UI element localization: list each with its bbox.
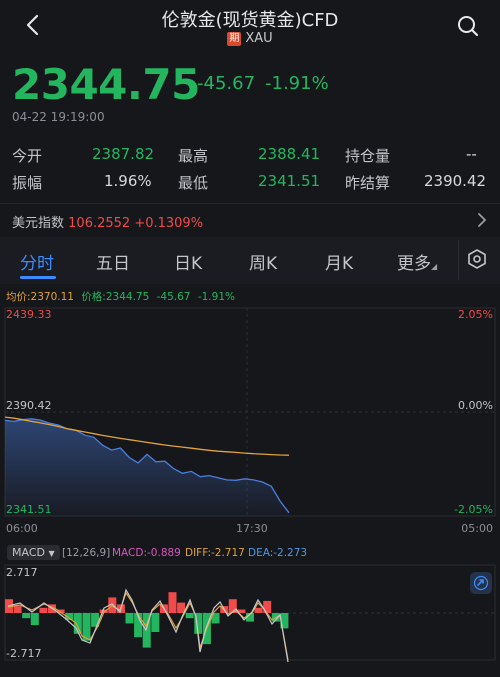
active-tab-indicator	[20, 276, 56, 279]
macd-tag-label: MACD	[12, 546, 45, 559]
dropdown-triangle-icon: ◢	[431, 262, 438, 271]
info-change: -45.67	[156, 291, 191, 303]
usd-index-change: +0.1309%	[134, 216, 204, 231]
macd-value: MACD:-0.889	[112, 547, 181, 559]
divider	[0, 203, 500, 204]
instrument-title: 伦敦金(现货黄金)CFD	[161, 10, 339, 31]
macd-bar	[13, 606, 22, 613]
macd-axis-bottom: -2.717	[6, 647, 42, 660]
pct-axis-bottom: -2.05%	[454, 503, 493, 516]
instrument-code: XAU	[245, 31, 273, 46]
prev-settle-label: 昨结算	[345, 174, 391, 192]
price-area	[5, 418, 289, 516]
open-value: 2387.82	[92, 145, 155, 163]
macd-indicator-selector[interactable]: MACD ▼	[7, 545, 60, 560]
x-axis-mid: 17:30	[236, 522, 268, 535]
dea-value: DEA:-2.273	[248, 547, 308, 559]
tab-daily-k[interactable]: 日K	[174, 249, 202, 274]
search-icon[interactable]	[455, 13, 481, 39]
high-label: 最高	[178, 147, 209, 165]
macd-bar	[185, 613, 194, 619]
x-axis-end: 05:00	[461, 522, 493, 535]
x-axis-start: 06:00	[6, 522, 38, 535]
low-value: 2341.51	[258, 172, 321, 190]
info-price: 价格:2344.75	[81, 291, 150, 303]
macd-bar	[30, 613, 39, 626]
avg-price: 均价:2370.11	[6, 291, 74, 303]
macd-bar	[254, 607, 263, 613]
macd-bar	[263, 600, 272, 613]
y-axis-top: 2439.33	[6, 308, 52, 321]
open-label: 今开	[12, 147, 43, 165]
macd-params: [12,26,9]	[62, 547, 111, 559]
price-chart[interactable]	[0, 305, 500, 677]
low-label: 最低	[178, 174, 209, 192]
macd-bar	[39, 607, 48, 613]
usd-index-label: 美元指数	[12, 216, 65, 231]
price-change: -45.67	[197, 73, 256, 94]
macd-bar	[151, 613, 160, 632]
tab-weekly-k[interactable]: 周K	[249, 249, 277, 274]
info-change-pct: -1.91%	[197, 291, 235, 303]
high-value: 2388.41	[258, 145, 321, 163]
macd-bar	[177, 602, 186, 613]
tab-more[interactable]: 更多◢	[397, 249, 437, 274]
open-interest-label: 持仓量	[345, 147, 391, 165]
prev-settle-value: 2390.42	[424, 172, 487, 190]
open-interest-value: --	[466, 145, 477, 163]
price-change-pct: -1.91%	[265, 73, 329, 94]
last-price: 2344.75	[12, 60, 200, 109]
tab-monthly-k[interactable]: 月K	[325, 249, 353, 274]
usd-index-row[interactable]: 美元指数 106.2552 +0.1309%	[12, 212, 203, 231]
expand-icon	[473, 575, 489, 591]
macd-bar	[168, 592, 177, 613]
macd-histogram	[5, 592, 289, 648]
quote-time: 04-22 19:19:00	[12, 110, 105, 124]
diff-value: DIFF:-2.717	[185, 547, 245, 559]
tab-more-label: 更多	[397, 254, 431, 274]
macd-bar	[22, 613, 31, 619]
amplitude-value: 1.96%	[104, 172, 152, 190]
pct-axis-mid: 0.00%	[458, 399, 493, 412]
macd-bar	[125, 613, 134, 624]
usd-index-value: 106.2552	[68, 216, 131, 231]
expand-button[interactable]	[470, 572, 492, 594]
chevron-right-icon[interactable]	[476, 212, 488, 228]
instrument-subtitle: 期 XAU	[0, 31, 500, 46]
pct-axis-top: 2.05%	[458, 308, 493, 321]
y-axis-mid: 2390.42	[6, 399, 52, 412]
chart-info-bar: 均价:2370.11 价格:2344.75 -45.67 -1.91%	[6, 289, 235, 304]
y-axis-bottom: 2341.51	[6, 503, 52, 516]
settings-hex-icon[interactable]	[466, 248, 488, 270]
tab-five-day[interactable]: 五日	[96, 249, 130, 274]
dropdown-triangle-icon: ▼	[48, 549, 55, 558]
tab-divider	[458, 240, 459, 280]
futures-tag: 期	[227, 32, 242, 46]
amplitude-label: 振幅	[12, 174, 43, 192]
tab-intraday[interactable]: 分时	[20, 249, 54, 274]
macd-axis-top: 2.717	[6, 566, 38, 579]
